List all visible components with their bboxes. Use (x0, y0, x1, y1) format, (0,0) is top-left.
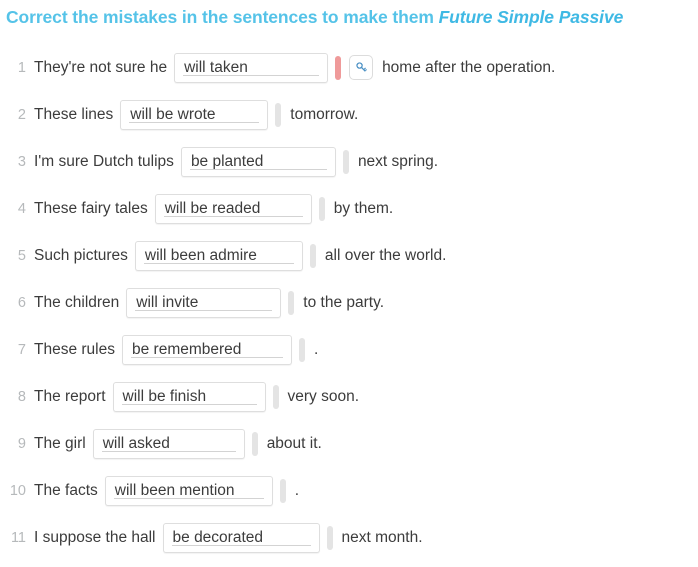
answer-input[interactable]: will been admire (134, 240, 303, 271)
sentence-prefix: I suppose the hall (34, 528, 156, 546)
sentence-prefix: Such pictures (34, 246, 128, 264)
row-number: 11 (10, 529, 26, 546)
row-number: 1 (17, 59, 26, 76)
exercise-row: 6 The children will invite to the party. (0, 279, 698, 326)
sentence-suffix: tomorrow. (290, 105, 359, 123)
sentence-suffix: next month. (341, 528, 423, 546)
answer-input[interactable]: will invite (126, 287, 282, 318)
input-underline (163, 215, 303, 217)
exercise-row: 1 They're not sure he will taken home after… (0, 44, 698, 91)
input-underline (121, 403, 257, 405)
key-icon (354, 60, 369, 75)
sentence-prefix: The children (34, 293, 120, 311)
exercise-row: 11 I suppose the hall be decorated next mon… (0, 514, 698, 561)
sentence-suffix: about it. (266, 434, 322, 452)
answer-value: will invite (136, 293, 199, 311)
answer-input[interactable]: will asked (92, 428, 245, 459)
row-number: 2 (17, 106, 26, 123)
error-marker (335, 55, 342, 80)
sentence-prefix: These rules (34, 340, 115, 358)
answer-input[interactable]: be planted (180, 146, 336, 177)
sentence-prefix: I'm sure Dutch tulips (34, 152, 174, 170)
answer-value: will asked (102, 434, 170, 452)
exercise-row: 10 The facts will been mention. (0, 467, 698, 514)
answer-value: be decorated (172, 528, 264, 546)
sentence-prefix: They're not sure he (34, 58, 168, 76)
answer-input[interactable]: will been mention (104, 475, 273, 506)
exercise-row: 5 Such pictures will been admire all over t… (0, 232, 698, 279)
answer-input[interactable]: will be readed (154, 193, 312, 224)
sentence-suffix: next spring. (357, 152, 439, 170)
answer-value: will be readed (164, 199, 261, 217)
page-title-tense: Future Simple Passive (438, 7, 624, 27)
input-underline (183, 74, 320, 76)
row-number: 7 (17, 341, 26, 358)
input-underline (135, 309, 273, 311)
input-underline (143, 262, 294, 264)
row-number: 9 (17, 435, 26, 452)
sentence-suffix: . (313, 340, 319, 358)
exercise-row: 7 These rules be remembered. (0, 326, 698, 373)
answer-value: be remembered (131, 340, 242, 358)
answer-value: will be finish (122, 387, 207, 405)
answer-input[interactable]: be decorated (162, 522, 320, 553)
input-underline (189, 168, 327, 170)
input-underline (130, 356, 283, 358)
answer-value: will be wrote (130, 105, 216, 123)
hint-key-button[interactable] (349, 55, 374, 80)
answer-value: will taken (184, 58, 248, 76)
sentence-prefix: The report (34, 387, 106, 405)
sentence-prefix: These lines (34, 105, 114, 123)
answer-input[interactable]: be remembered (121, 334, 292, 365)
row-number: 8 (17, 388, 26, 405)
sentence-suffix: . (294, 481, 300, 499)
row-number: 10 (9, 482, 26, 499)
exercise-row: 3 I'm sure Dutch tulips be planted next spr… (0, 138, 698, 185)
input-underline (171, 544, 311, 546)
sentence-suffix: all over the world. (324, 246, 447, 264)
exercise-row: 8 The report will be finish very soon. (0, 373, 698, 420)
answer-input[interactable]: will be finish (112, 381, 266, 412)
page-title-lead: Correct the mistakes in the sentences to… (6, 7, 439, 27)
answer-value: be planted (190, 152, 264, 170)
input-underline (101, 450, 236, 452)
answer-input[interactable]: will taken (174, 52, 329, 83)
sentence-prefix: These fairy tales (34, 199, 148, 217)
sentence-suffix: to the party. (303, 293, 384, 311)
sentence-prefix: The girl (34, 434, 86, 452)
answer-input[interactable]: will be wrote (120, 99, 269, 130)
row-number: 4 (17, 200, 26, 217)
exercise-row: 9 The girl will asked about it. (0, 420, 698, 467)
page-title: Correct the mistakes in the sentences to… (0, 4, 698, 34)
answer-value: will been mention (114, 481, 235, 499)
sentence-suffix: very soon. (287, 387, 360, 405)
exercise-row: 4 These fairy tales will be readed by them. (0, 185, 698, 232)
exercise-list: 1 They're not sure he will taken home after… (0, 44, 698, 561)
sentence-prefix: The facts (34, 481, 98, 499)
input-underline (113, 497, 264, 499)
row-number: 6 (17, 294, 26, 311)
exercise-row: 2 These lines will be wrote tomorrow. (0, 91, 698, 138)
row-number: 3 (17, 153, 26, 170)
row-number: 5 (17, 247, 26, 264)
input-underline (129, 121, 260, 123)
answer-value: will been admire (144, 246, 257, 264)
sentence-suffix: home after the operation. (382, 58, 556, 76)
sentence-suffix: by them. (333, 199, 394, 217)
